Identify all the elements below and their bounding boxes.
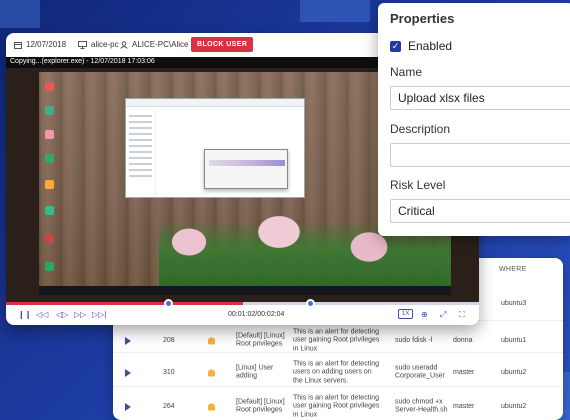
where-column-header: WHERE (499, 266, 527, 273)
desktop-icon (45, 180, 54, 189)
name-field[interactable]: Upload xlsx files (390, 86, 570, 110)
user-cell: donna (453, 336, 473, 344)
alert-name-cell: [Linux] User adding (236, 364, 274, 380)
alert-name-cell: [Default] [Linux] Root privileges (236, 332, 285, 348)
desktop-icon (45, 154, 54, 163)
bell-icon (208, 403, 215, 410)
play-icon[interactable] (125, 402, 131, 411)
bell-icon (208, 337, 215, 344)
desktop-icon (45, 82, 54, 91)
enabled-checkbox-row[interactable]: ✓ Enabled (390, 39, 452, 53)
desktop-icon (45, 106, 54, 115)
player-controls: ❙❙ ◁◁ ◁▷ ▷▷ ▷▷| 00:01:02/00:02:04 1X ⊕ ⤢… (6, 305, 479, 325)
desktop-icon (45, 234, 54, 243)
enabled-checkbox[interactable]: ✓ (390, 40, 401, 52)
computer-label: alice-pc (91, 40, 119, 49)
skip-end-icon[interactable]: ▷▷| (92, 310, 106, 319)
command-cell: sudo fdisk -l (395, 336, 433, 344)
copy-progress-dialog (204, 149, 288, 189)
name-label: Name (390, 65, 423, 79)
playback-speed-button[interactable]: 1X (398, 309, 414, 319)
user-cell: master (453, 368, 475, 376)
session-date: 12/07/2018 (14, 40, 66, 49)
alert-description-cell: This is an alert for detecting user gain… (293, 327, 380, 352)
alert-id-cell: 264 (163, 402, 175, 410)
command-cell: sudo chmod +x Server-Health.sh (395, 398, 448, 414)
enabled-label: Enabled (408, 39, 453, 53)
desktop-icon (45, 262, 54, 271)
session-user: ALICE-PC\Alice (120, 40, 188, 49)
monitor-icon (78, 40, 87, 49)
desktop-icon (45, 130, 54, 139)
alert-id-cell: 310 (163, 368, 175, 376)
where-cell: ubuntu2 (501, 402, 527, 410)
risk-level-label: Risk Level (390, 178, 446, 192)
alert-id-cell: 208 (163, 336, 175, 344)
pause-icon[interactable]: ❙❙ (18, 310, 31, 319)
play-icon[interactable] (125, 368, 131, 377)
alert-description-cell: This is an alert for detecting user gain… (293, 393, 380, 418)
copy-progress-bar (209, 160, 285, 166)
description-label: Description (390, 122, 451, 136)
where-cell: ubuntu2 (501, 368, 527, 376)
calendar-icon (14, 41, 22, 49)
zoom-icon[interactable]: ⊕ (421, 310, 428, 319)
where-cell: ubuntu3 (501, 299, 527, 307)
rewind-icon[interactable]: ◁◁ (36, 310, 48, 319)
command-cell: sudo useradd Corporate_User (395, 364, 445, 380)
user-icon (120, 40, 128, 49)
desktop-icon (45, 206, 54, 215)
fast-forward-icon[interactable]: ▷▷ (74, 310, 86, 319)
bell-icon (208, 369, 215, 376)
description-field[interactable] (390, 143, 570, 167)
background-shape (0, 0, 40, 28)
properties-panel: Properties ✓ Enabled Name Upload xlsx fi… (378, 3, 570, 236)
user-cell: master (453, 402, 475, 410)
expand-icon[interactable]: ⤢ (440, 310, 446, 320)
alert-description-cell: This is an alert for detecting users on … (293, 359, 379, 384)
playback-time: 00:01:02/00:02:04 (228, 311, 285, 318)
file-explorer-window (125, 98, 305, 198)
where-cell: ubuntu1 (501, 336, 527, 344)
block-user-button[interactable]: BLOCK USER (191, 37, 254, 52)
alert-name-cell: [Default] [Linux] Root privileges (236, 398, 285, 414)
risk-level-select[interactable]: Critical (390, 199, 570, 223)
properties-title: Properties (390, 11, 455, 26)
play-icon[interactable] (125, 336, 131, 345)
fullscreen-icon[interactable]: ⛶ (459, 310, 465, 320)
user-label: ALICE-PC\Alice (132, 40, 189, 49)
windows-taskbar (39, 286, 451, 295)
table-row[interactable]: 264 [Default] [Linux] Root privileges Th… (113, 386, 563, 420)
session-computer: alice-pc (78, 40, 119, 49)
step-back-icon[interactable]: ◁▷ (56, 310, 68, 319)
date-label: 12/07/2018 (26, 40, 67, 49)
background-shape (300, 0, 370, 22)
